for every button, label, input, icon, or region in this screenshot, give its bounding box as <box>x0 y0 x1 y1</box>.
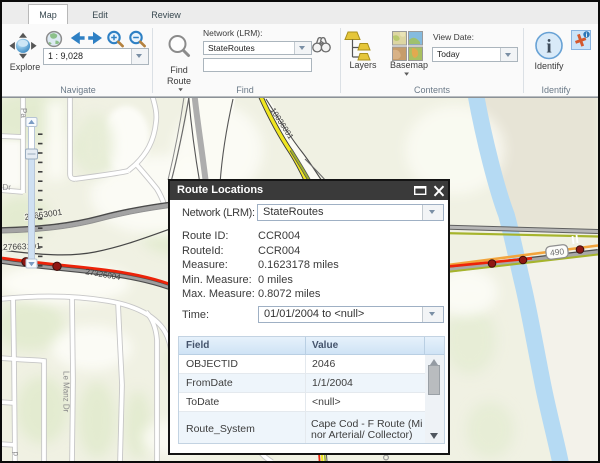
svg-text:490: 490 <box>549 246 565 258</box>
svg-text:Le Manz Dr: Le Manz Dr <box>62 371 71 413</box>
svg-text:Dr: Dr <box>3 183 12 192</box>
svg-text:27663101: 27663101 <box>3 241 41 252</box>
svg-text:i: i <box>546 37 551 58</box>
svg-text:Pa: Pa <box>19 108 28 118</box>
svg-text:d: d <box>11 452 20 456</box>
